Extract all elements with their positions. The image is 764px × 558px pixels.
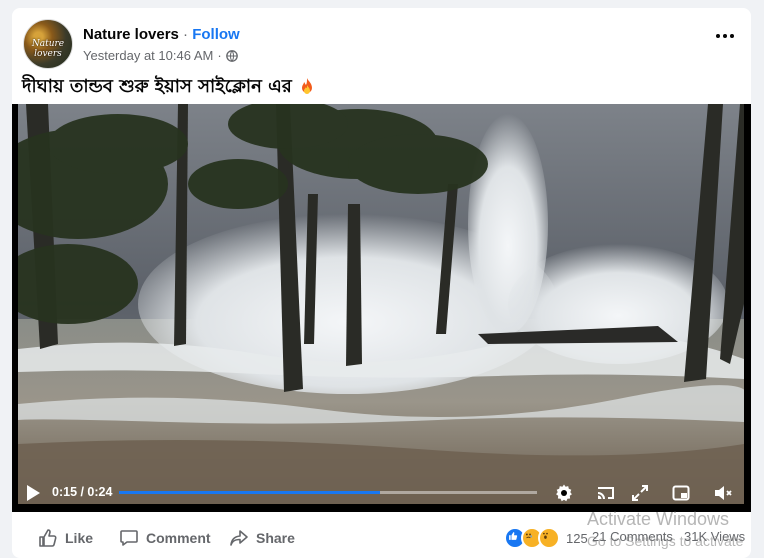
thumbs-up-icon [39,529,57,547]
post-timestamp[interactable]: Yesterday at 10:46 AM [83,48,213,63]
reaction-count: 125 [566,530,588,546]
share-button[interactable]: Share [229,528,295,548]
more-options-button[interactable] [711,22,739,50]
activate-windows-subtitle: Go to Settings to activate [587,533,744,549]
caption-text: দীঘায় তান্ডব শুরু ইয়াস সাইক্লোন এর [22,76,292,97]
video-time: 0:15 / 0:24 [52,485,113,499]
reactions-summary[interactable]: 125 [504,527,588,549]
post-meta: Yesterday at 10:46 AM · [83,48,238,63]
avatar-logo-text: Nature lovers [31,39,65,59]
fullscreen-icon[interactable] [630,483,650,503]
video-progress-bar[interactable] [119,491,537,494]
miniplayer-icon[interactable] [671,483,691,503]
like-button[interactable]: Like [38,528,93,548]
share-label: Share [256,530,295,546]
activate-windows-title: Activate Windows [587,509,730,529]
video-player[interactable]: 0:15 / 0:24 [12,104,751,512]
comment-button[interactable]: Comment [119,528,211,548]
fire-icon [302,78,313,94]
follow-button[interactable]: Follow [192,26,240,43]
globe-icon[interactable] [225,49,238,62]
play-icon[interactable] [25,484,41,502]
comment-label: Comment [146,530,211,546]
post-card: Nature lovers Nature lovers · Follow Yes… [12,8,751,558]
comment-icon [120,530,138,546]
page-name-link[interactable]: Nature lovers [83,26,179,43]
muted-volume-icon[interactable] [713,483,733,503]
more-dot-icon [723,34,727,38]
post-header-line: Nature lovers · Follow [83,26,240,43]
more-dot-icon [730,34,734,38]
share-arrow-icon [230,530,248,546]
video-progress-fill [119,491,381,494]
video-controls: 0:15 / 0:24 [12,474,751,512]
meta-separator: · [217,48,222,63]
more-dot-icon [716,34,720,38]
post-caption: দীঘায় তান্ডব শুরু ইয়াস সাইক্লোন এর [22,72,314,103]
settings-icon[interactable] [554,483,574,503]
header-separator: · [183,26,189,43]
page-avatar[interactable]: Nature lovers [23,19,73,69]
video-frame [18,104,744,504]
wow-reaction-icon [538,527,560,549]
like-label: Like [65,530,94,546]
cast-icon[interactable] [596,483,616,503]
